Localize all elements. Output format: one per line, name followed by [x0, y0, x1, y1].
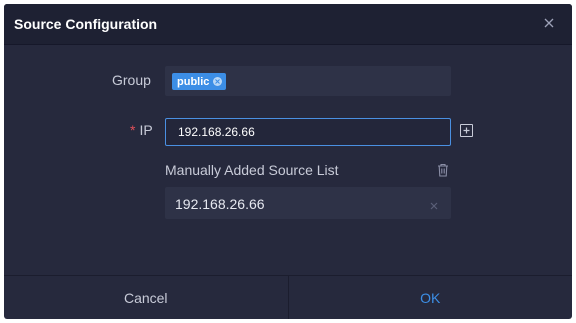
group-select[interactable]: public: [165, 66, 451, 96]
source-list-title: Manually Added Source List: [165, 162, 339, 178]
source-configuration-dialog: Source Configuration Group public *IP Ma…: [4, 4, 572, 319]
tag-close-icon: [215, 79, 221, 84]
trash-icon: [438, 163, 448, 177]
plus-square-icon: [463, 127, 470, 134]
add-ip-button[interactable]: [460, 124, 473, 137]
tag-remove-button[interactable]: [213, 77, 223, 86]
close-icon: [544, 18, 554, 28]
close-button[interactable]: [540, 14, 558, 32]
group-tag-label: public: [177, 75, 210, 88]
ip-input[interactable]: [165, 118, 451, 146]
close-icon: [430, 202, 438, 210]
ok-button[interactable]: OK: [289, 276, 573, 319]
group-tag: public: [172, 73, 227, 90]
list-item: 192.168.26.66: [165, 187, 451, 219]
delete-all-button[interactable]: [436, 162, 450, 178]
dialog-header: Source Configuration: [4, 4, 572, 45]
ip-label-wrapper: * IP: [130, 122, 153, 138]
cancel-button[interactable]: Cancel: [4, 276, 289, 319]
dialog-footer: Cancel OK: [4, 275, 572, 319]
group-label: Group: [112, 72, 151, 88]
required-mark: *: [130, 122, 136, 138]
ip-label: IP: [139, 122, 153, 138]
dialog-title: Source Configuration: [14, 16, 158, 32]
remove-item-button[interactable]: [429, 198, 439, 210]
source-item-value: 192.168.26.66: [175, 196, 265, 212]
